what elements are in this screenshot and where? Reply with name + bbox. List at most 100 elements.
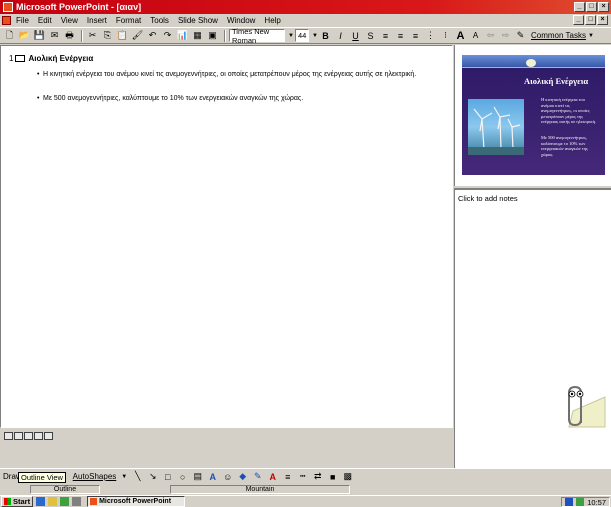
language-icon[interactable] — [565, 498, 574, 506]
menu-slide-show[interactable]: Slide Show — [178, 16, 218, 25]
menu-edit[interactable]: Edit — [38, 16, 52, 25]
bold-icon[interactable]: B — [319, 29, 332, 42]
normal-view-icon[interactable] — [4, 432, 13, 440]
rectangle-icon[interactable]: □ — [161, 470, 174, 483]
decrease-font-icon[interactable]: A — [469, 29, 482, 42]
outline-pane[interactable]: 1 Αιολική Ενέργεια • Η κινητική ενέργεια… — [0, 45, 453, 428]
new-icon[interactable]: 🗋 — [3, 29, 16, 42]
font-name-select[interactable]: Times New Roman — [229, 27, 285, 45]
slide-view-icon[interactable] — [24, 432, 33, 440]
close-button[interactable]: × — [598, 2, 609, 12]
email-icon[interactable]: ✉ — [48, 29, 61, 42]
media-icon[interactable] — [72, 497, 82, 506]
slide-sorter-view-icon[interactable] — [34, 432, 43, 440]
wind-turbine-image — [468, 99, 524, 155]
italic-icon[interactable]: I — [334, 29, 347, 42]
dash-style-icon[interactable]: ┅ — [296, 470, 309, 483]
paste-icon[interactable]: 📋 — [116, 29, 129, 42]
font-color-icon[interactable]: A — [266, 470, 279, 483]
outline-bullet-text[interactable]: Με 500 ανεμογεννήτριες, καλύπτουμε το 10… — [43, 95, 303, 102]
office-assistant-clippy-icon[interactable] — [559, 383, 607, 429]
slide-icon[interactable] — [15, 55, 26, 62]
common-tasks-icon[interactable]: ✎ — [514, 29, 527, 42]
statusbar: Outline Mountain — [0, 484, 611, 494]
slide-thumbnail[interactable]: Αιολική Ενέργεια Η κινητική ενέργεια του… — [462, 55, 605, 175]
underline-icon[interactable]: U — [349, 29, 362, 42]
textbox-icon[interactable]: ▤ — [191, 470, 204, 483]
doc-close-button[interactable]: × — [597, 15, 608, 25]
outline-title-text[interactable]: Αιολική Ενέργεια — [28, 54, 93, 63]
line-color-icon[interactable]: ✎ — [251, 470, 264, 483]
doc-minimize-button[interactable]: _ — [573, 15, 584, 25]
slide-show-icon[interactable] — [44, 432, 53, 440]
menubar: File Edit View Insert Format Tools Slide… — [0, 14, 611, 27]
outline-bullet-text[interactable]: Η κινητική ενέργεια του ανέμου κινεί τις… — [43, 71, 416, 78]
doc-restore-button[interactable]: □ — [585, 15, 596, 25]
outline-view-icon[interactable] — [14, 432, 23, 440]
insert-chart-icon[interactable]: 📊 — [176, 29, 189, 42]
shadow-style-icon[interactable]: ■ — [326, 470, 339, 483]
arrow-style-icon[interactable]: ⇄ — [311, 470, 324, 483]
start-button[interactable]: Start — [1, 496, 34, 507]
line-style-icon[interactable]: ≡ — [281, 470, 294, 483]
clipart-icon[interactable]: ☺ — [221, 470, 234, 483]
wordart-icon[interactable]: A — [206, 470, 219, 483]
undo-icon[interactable]: ↶ — [146, 29, 159, 42]
menu-view[interactable]: View — [61, 16, 78, 25]
slide-bullet: Με 500 ανεμογεννήτριες, καλύπτουμε το 10… — [541, 135, 597, 157]
outline-slide-title[interactable]: 1 Αιολική Ενέργεια — [9, 54, 93, 63]
slide-title: Αιολική Ενέργεια — [524, 76, 589, 86]
common-tasks-dropdown-icon[interactable]: ▼ — [588, 33, 594, 39]
arrow-icon[interactable]: ↘ — [146, 470, 159, 483]
font-size-select[interactable]: 44 — [295, 29, 309, 42]
autoshapes-dropdown-icon[interactable]: ▼ — [121, 474, 127, 480]
powerpoint-icon — [3, 2, 13, 12]
menu-help[interactable]: Help — [264, 16, 280, 25]
fill-color-icon[interactable]: ◆ — [236, 470, 249, 483]
volume-icon[interactable] — [576, 498, 585, 506]
promote-icon[interactable]: ⇦ — [484, 29, 497, 42]
save-icon[interactable]: 💾 — [33, 29, 46, 42]
align-left-icon[interactable]: ≡ — [379, 29, 392, 42]
insert-table-icon[interactable]: ▦ — [191, 29, 204, 42]
increase-font-icon[interactable]: A — [454, 29, 467, 42]
menu-tools[interactable]: Tools — [150, 16, 169, 25]
shadow-icon[interactable]: S — [364, 29, 377, 42]
oval-icon[interactable]: ○ — [176, 470, 189, 483]
align-center-icon[interactable]: ≡ — [394, 29, 407, 42]
demote-icon[interactable]: ⇨ — [499, 29, 512, 42]
redo-icon[interactable]: ↷ — [161, 29, 174, 42]
copy-icon[interactable]: ⎘ — [101, 29, 114, 42]
align-right-icon[interactable]: ≡ — [409, 29, 422, 42]
menu-insert[interactable]: Insert — [87, 16, 107, 25]
notes-pane[interactable]: Click to add notes — [454, 188, 611, 468]
3d-style-icon[interactable]: ▩ — [341, 470, 354, 483]
cut-icon[interactable]: ✂ — [86, 29, 99, 42]
new-slide-icon[interactable]: ▣ — [206, 29, 219, 42]
outline-bullet[interactable]: • Η κινητική ενέργεια του ανέμου κινεί τ… — [37, 70, 463, 80]
slide-preview-pane[interactable]: Αιολική Ενέργεια Η κινητική ενέργεια του… — [454, 45, 611, 186]
autoshapes-button[interactable]: AutoShapes — [73, 472, 117, 481]
maximize-button[interactable]: □ — [586, 2, 597, 12]
numbering-icon[interactable]: ⋮ — [424, 29, 437, 42]
minimize-button[interactable]: _ — [574, 2, 585, 12]
outline-bullet[interactable]: • Με 500 ανεμογεννήτριες, καλύπτουμε το … — [37, 94, 463, 104]
menu-file[interactable]: File — [16, 16, 29, 25]
line-icon[interactable]: ╲ — [131, 470, 144, 483]
document-icon[interactable] — [2, 16, 11, 25]
taskbar-powerpoint-button[interactable]: Microsoft PowerPoint — [87, 496, 186, 507]
outlook-icon[interactable] — [48, 497, 58, 506]
bullets-icon[interactable]: ⁝ — [439, 29, 452, 42]
format-painter-icon[interactable]: 🖌 — [131, 29, 144, 42]
menu-window[interactable]: Window — [227, 16, 255, 25]
open-icon[interactable]: 📂 — [18, 29, 31, 42]
common-tasks-button[interactable]: Common Tasks — [531, 31, 586, 40]
desktop-icon[interactable] — [60, 497, 70, 506]
notes-placeholder[interactable]: Click to add notes — [458, 194, 518, 203]
font-name-dropdown-icon[interactable]: ▼ — [287, 30, 295, 41]
menu-format[interactable]: Format — [116, 16, 141, 25]
ie-icon[interactable] — [36, 497, 46, 506]
window-controls: _ □ × — [574, 2, 609, 12]
font-size-dropdown-icon[interactable]: ▼ — [311, 30, 319, 41]
print-icon[interactable]: 🖶 — [63, 29, 76, 42]
